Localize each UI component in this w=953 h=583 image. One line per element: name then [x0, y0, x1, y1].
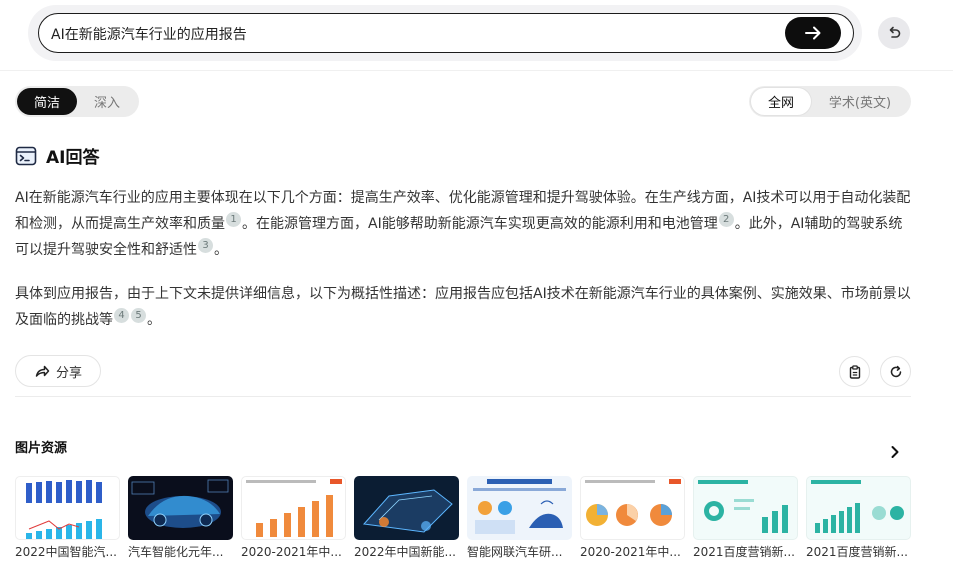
answer-paragraph-1: AI在新能源汽车行业的应用主要体现在以下几个方面：提高生产效率、优化能源管理和提… [15, 185, 915, 263]
source-scope-toggle: 全网 学术(英文) [749, 86, 911, 117]
mode-deep-option[interactable]: 深入 [77, 88, 137, 115]
search-bar: AI在新能源汽车行业的应用报告 [28, 5, 862, 61]
answer-title: AI回答 [46, 148, 100, 168]
header-divider [0, 70, 953, 71]
citation-badge[interactable]: 2 [718, 212, 734, 227]
arrow-right-icon [805, 26, 821, 40]
image-section-title: 图片资源 [15, 441, 68, 456]
citation-badge[interactable]: 4 [114, 308, 129, 323]
image-thumbnail[interactable] [806, 476, 911, 540]
image-thumbnail[interactable] [128, 476, 233, 540]
image-thumbnail[interactable] [15, 476, 120, 540]
undo-button[interactable] [878, 17, 910, 49]
image-caption[interactable]: 2022年中国新能... [354, 543, 464, 560]
section-divider [15, 396, 911, 397]
mode-concise-option[interactable]: 简洁 [17, 88, 77, 115]
clipboard-icon [849, 364, 860, 379]
terminal-icon [15, 146, 37, 165]
answer-paragraph-2: 具体到应用报告，由于上下文未提供详细信息，以下为概括性描述：应用报告应包括AI技… [15, 281, 915, 333]
scope-web-option[interactable]: 全网 [751, 88, 811, 115]
image-caption[interactable]: 2022中国智能汽... [15, 543, 125, 560]
share-button[interactable]: 分享 [15, 355, 101, 387]
image-caption[interactable]: 2021百度营销新... [693, 543, 803, 560]
search-query-text[interactable]: AI在新能源汽车行业的应用报告 [51, 24, 247, 44]
scope-academic-option[interactable]: 学术(英文) [811, 88, 909, 115]
image-thumbnail[interactable] [467, 476, 572, 540]
image-caption[interactable]: 智能网联汽车研... [467, 543, 577, 560]
share-icon [35, 365, 50, 377]
answer-text: 。 [147, 312, 161, 328]
undo-icon [889, 26, 901, 38]
submit-button[interactable] [785, 17, 841, 49]
image-thumbnail[interactable] [354, 476, 459, 540]
regenerate-button[interactable] [880, 356, 911, 387]
answer-text: 。 [214, 242, 228, 258]
answer-text: 。在能源管理方面，AI能够帮助新能源汽车实现更高效的能源利用和电池管理 [242, 216, 718, 232]
image-thumbnail[interactable] [580, 476, 685, 540]
citation-badge[interactable]: 1 [226, 212, 241, 227]
search-input[interactable]: AI在新能源汽车行业的应用报告 [38, 13, 854, 53]
image-caption[interactable]: 2020-2021年中... [241, 543, 351, 560]
citation-badge[interactable]: 3 [198, 238, 213, 253]
citation-badge[interactable]: 5 [131, 308, 146, 323]
image-caption[interactable]: 2020-2021年中... [580, 543, 690, 560]
image-caption[interactable]: 2021百度营销新... [806, 543, 916, 560]
refresh-icon [890, 365, 901, 377]
chevron-right-icon [891, 446, 899, 458]
image-thumbnail[interactable] [241, 476, 346, 540]
answer-header: AI回答 [15, 143, 99, 168]
answer-depth-toggle: 简洁 深入 [15, 86, 139, 117]
next-images-button[interactable] [884, 441, 906, 463]
image-caption[interactable]: 汽车智能化元年... [128, 543, 238, 560]
share-label: 分享 [55, 365, 82, 381]
copy-button[interactable] [839, 356, 870, 387]
image-thumbnail[interactable] [693, 476, 798, 540]
